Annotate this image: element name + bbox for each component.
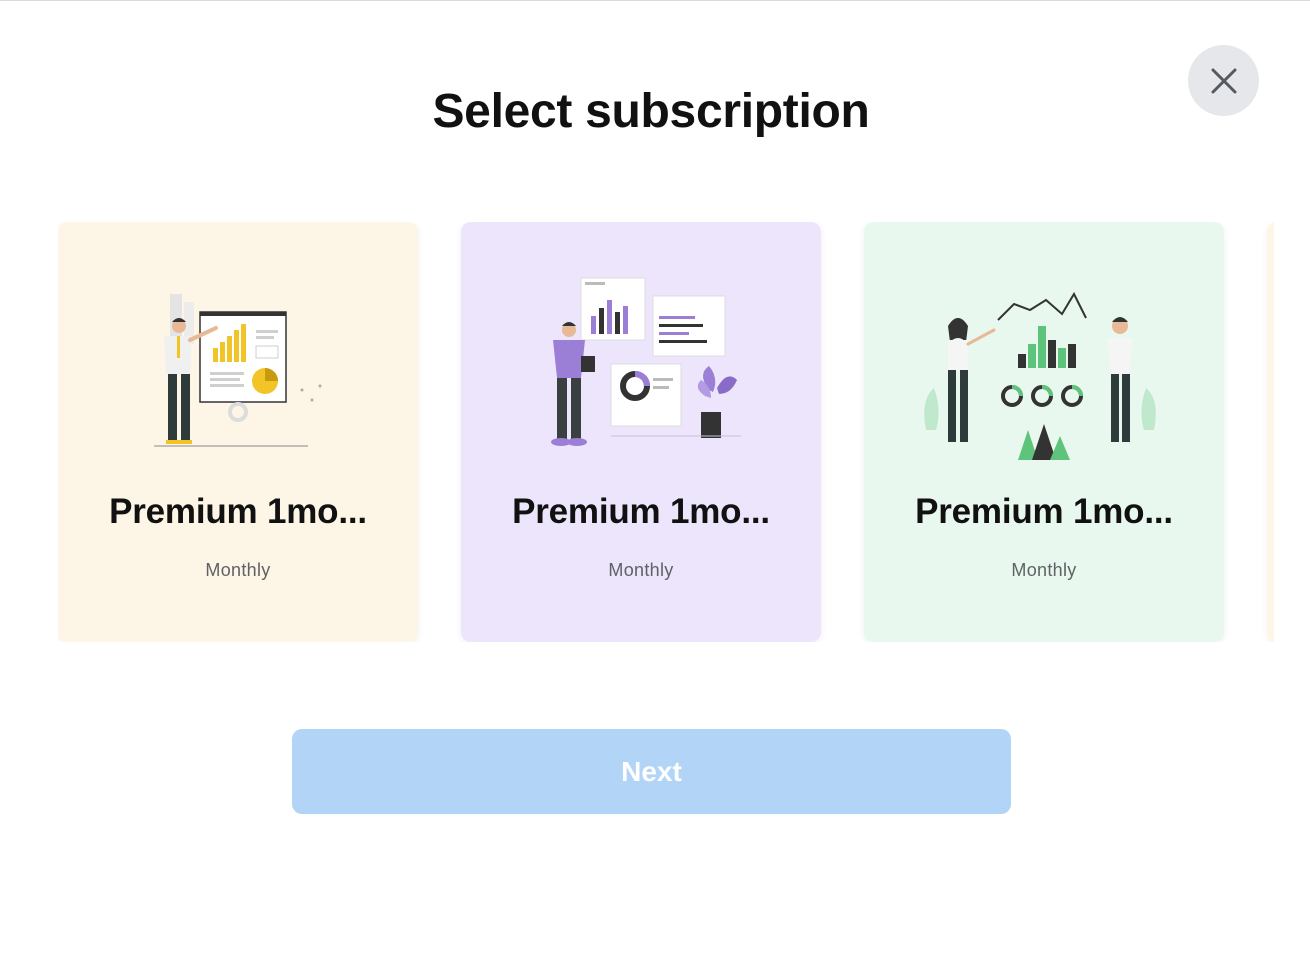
dashboard-illustration [551, 277, 741, 446]
analytics-illustration [924, 291, 1156, 460]
close-button[interactable] [1188, 45, 1259, 116]
plan-name: Premium 1mo... [915, 492, 1173, 531]
plan-card-partial[interactable] [1267, 222, 1274, 642]
dialog-title: Select subscription [432, 85, 870, 138]
plan-card[interactable]: Premium 1mo... Monthly [461, 222, 821, 642]
plan-name: Premium 1mo... [512, 492, 770, 531]
plan-card[interactable]: Premium 1mo... Monthly [864, 222, 1224, 642]
plan-period: Monthly [205, 560, 271, 580]
plan-card[interactable]: Premium 1mo... Monthly [58, 222, 418, 642]
close-icon [1211, 68, 1236, 93]
plan-carousel[interactable]: Premium 1mo... Monthly Premium 1mo... Mo… [58, 222, 1274, 642]
next-button[interactable]: Next [292, 729, 1011, 814]
top-divider [0, 0, 1310, 1]
presentation-illustration [154, 294, 322, 447]
plan-period: Monthly [1011, 560, 1077, 580]
plan-name: Premium 1mo... [109, 492, 367, 531]
plan-period: Monthly [608, 560, 674, 580]
